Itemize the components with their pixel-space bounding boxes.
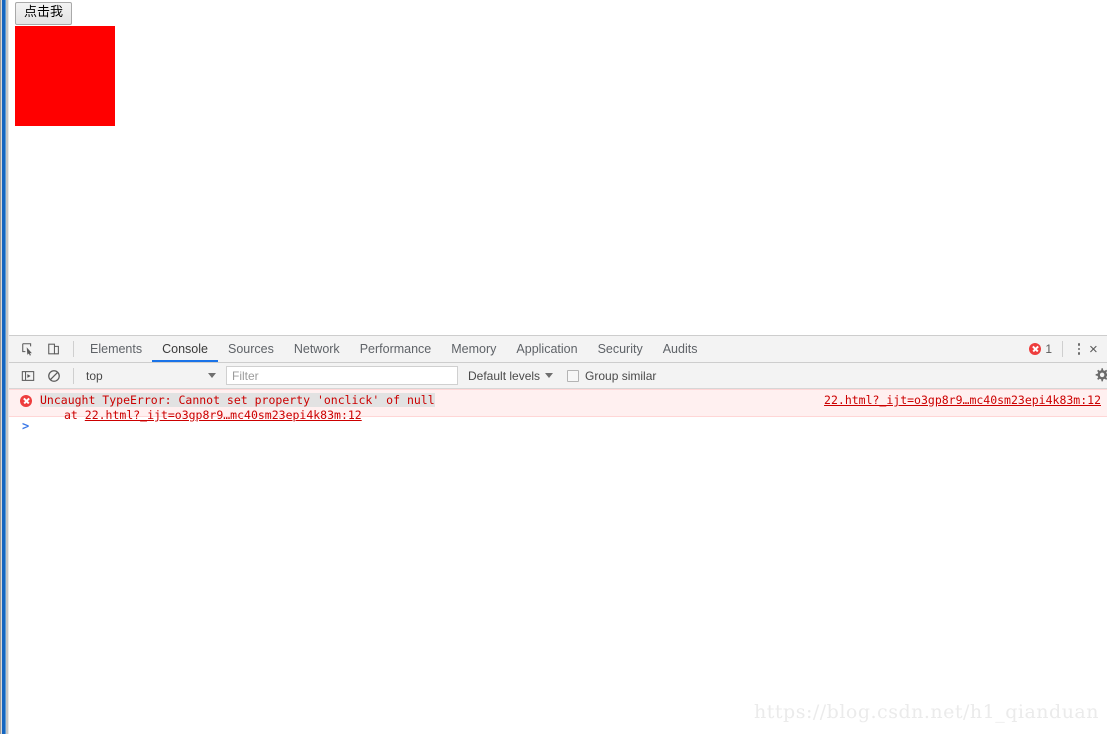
inspect-element-icon[interactable] bbox=[15, 337, 41, 362]
console-input[interactable] bbox=[37, 419, 1107, 434]
error-icon bbox=[1029, 343, 1042, 355]
tab-security[interactable]: Security bbox=[588, 336, 653, 362]
console-prompt-row[interactable]: > bbox=[9, 417, 1107, 437]
tab-audits[interactable]: Audits bbox=[653, 336, 708, 362]
tab-console[interactable]: Console bbox=[152, 336, 218, 362]
page-viewport: 点击我 bbox=[9, 0, 1107, 335]
console-filter-toolbar: top Default levels Group similar bbox=[9, 363, 1107, 389]
error-count-label: 1 bbox=[1045, 342, 1052, 356]
checkbox-box-icon bbox=[567, 369, 580, 382]
console-message-list: Uncaught TypeError: Cannot set property … bbox=[9, 389, 1107, 732]
console-error-text: Uncaught TypeError: Cannot set property … bbox=[40, 393, 435, 407]
tabbar-right-controls: 1 × bbox=[1025, 336, 1107, 362]
devtools-tabbar: Elements Console Sources Network Perform… bbox=[9, 336, 1107, 363]
error-icon bbox=[20, 395, 32, 407]
console-prompt-caret-icon: > bbox=[22, 419, 30, 433]
filterbar-divider bbox=[73, 367, 74, 384]
console-sidebar-icon[interactable] bbox=[15, 363, 41, 388]
tab-performance[interactable]: Performance bbox=[350, 336, 442, 362]
tab-sources[interactable]: Sources bbox=[218, 336, 284, 362]
group-similar-checkbox[interactable]: Group similar bbox=[567, 369, 656, 383]
group-similar-label: Group similar bbox=[585, 368, 657, 383]
tab-elements[interactable]: Elements bbox=[80, 336, 152, 362]
console-error-row[interactable]: Uncaught TypeError: Cannot set property … bbox=[9, 389, 1107, 422]
log-levels-label: Default levels bbox=[468, 368, 541, 383]
chevron-down-icon bbox=[208, 373, 216, 378]
tab-memory[interactable]: Memory bbox=[441, 336, 506, 362]
error-count-badge[interactable]: 1 bbox=[1025, 342, 1056, 356]
console-context-select[interactable]: top bbox=[80, 366, 220, 385]
console-filter-input[interactable] bbox=[226, 366, 458, 385]
console-error-source-link[interactable]: 22.html?_ijt=o3gp8r9…mc40sm23epi4k83m:12 bbox=[824, 393, 1101, 407]
log-levels-select[interactable]: Default levels bbox=[468, 368, 554, 383]
tabbar-right-divider bbox=[1062, 341, 1063, 357]
red-square-box bbox=[15, 26, 115, 126]
toolbar-divider bbox=[73, 341, 74, 357]
settings-gear-icon[interactable] bbox=[1093, 367, 1107, 384]
devtools-panel: Elements Console Sources Network Perform… bbox=[9, 335, 1107, 734]
watermark-text: https://blog.csdn.net/h1_qianduan bbox=[754, 701, 1099, 723]
clear-console-icon[interactable] bbox=[41, 363, 67, 388]
tab-application[interactable]: Application bbox=[506, 336, 587, 362]
chevron-down-icon bbox=[545, 373, 554, 378]
click-me-button[interactable]: 点击我 bbox=[15, 2, 73, 25]
console-context-label: top bbox=[86, 368, 103, 383]
close-devtools-icon[interactable]: × bbox=[1089, 339, 1107, 359]
tab-network[interactable]: Network bbox=[284, 336, 350, 362]
device-toolbar-icon[interactable] bbox=[41, 337, 67, 362]
more-options-icon[interactable] bbox=[1069, 339, 1089, 359]
